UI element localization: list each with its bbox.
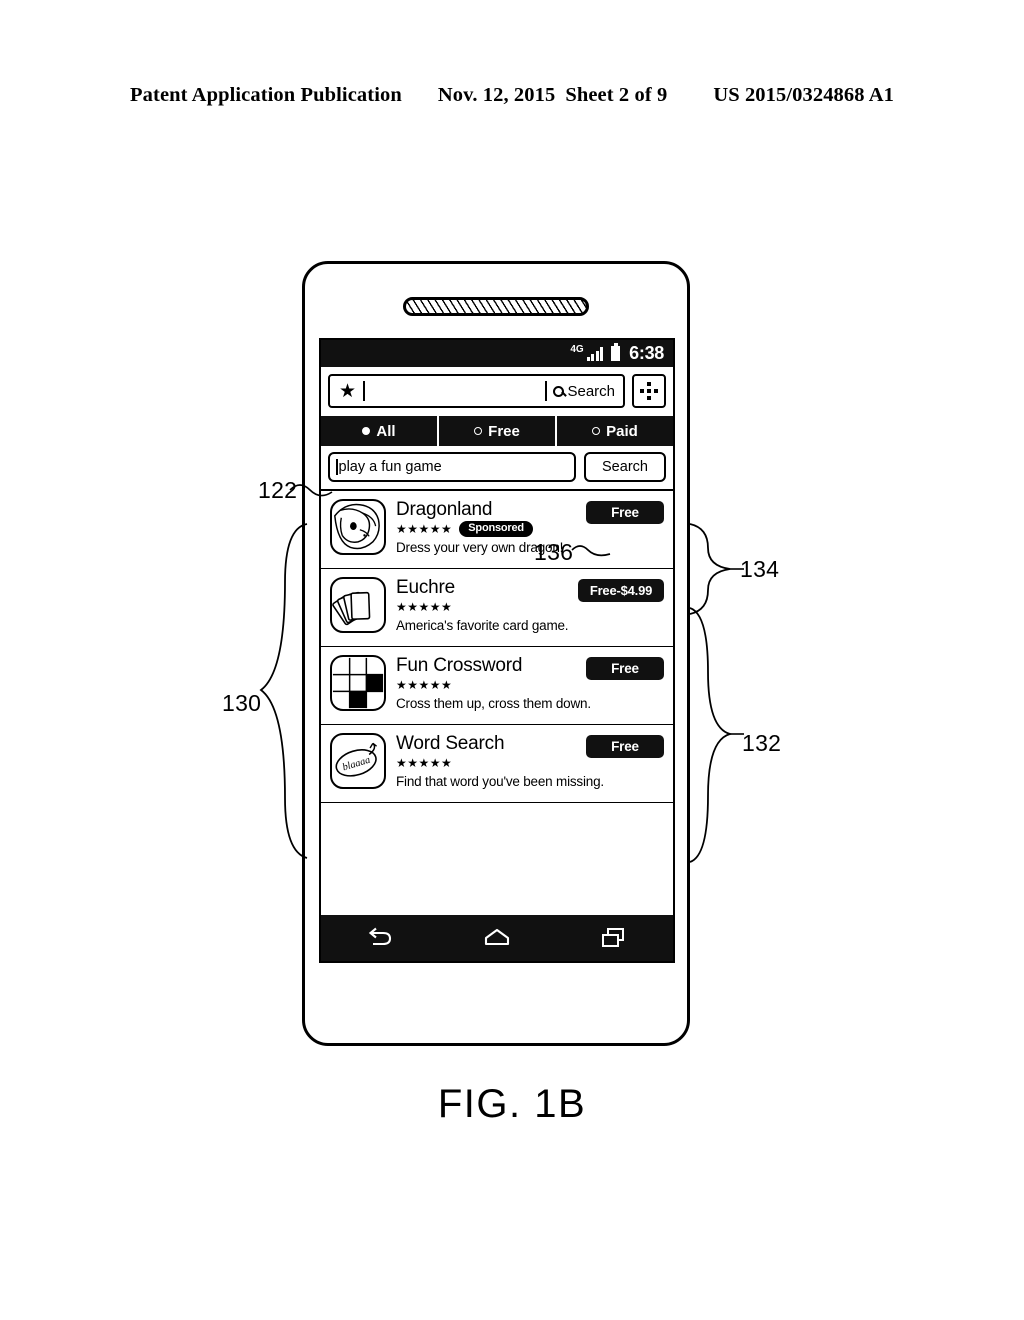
star-rating: ★★★★★ (396, 678, 453, 693)
search-input-value: play a fun game (338, 459, 442, 475)
star-rating: ★★★★★ (396, 522, 453, 537)
brace-134 (686, 522, 748, 616)
playing-cards-icon (330, 577, 386, 633)
tab-free-label: Free (488, 422, 520, 440)
app-description: Find that word you've been missing. (396, 773, 604, 789)
search-button[interactable]: Search (584, 452, 666, 482)
tab-free[interactable]: Free (439, 416, 557, 446)
reference-numeral-130: 130 (222, 690, 262, 716)
tab-all[interactable]: All (321, 416, 439, 446)
price-button[interactable]: Free (586, 735, 664, 758)
word-bubble-icon: blaaaa (330, 733, 386, 789)
omnibox-search-button[interactable]: Search (545, 381, 623, 401)
app-description: Dress your very own dragon! (396, 539, 564, 555)
results-empty-space (321, 803, 673, 915)
radio-off-icon (474, 427, 483, 435)
patent-page-header: Patent Application Publication Nov. 12, … (0, 84, 1024, 107)
back-arrow-icon[interactable] (365, 926, 395, 950)
patent-number: US 2015/0324868 A1 (713, 84, 894, 106)
reference-numeral-136: 136 (534, 539, 574, 565)
radio-off-icon (592, 427, 601, 435)
text-caret (336, 459, 338, 475)
tab-all-label: All (376, 422, 396, 440)
status-bar-clock: 6:38 (629, 343, 664, 363)
network-type-label: 4G (570, 343, 584, 355)
tab-paid-label: Paid (606, 422, 638, 440)
radio-on-icon (362, 427, 371, 435)
search-button-label: Search (602, 459, 648, 475)
star-rating: ★★★★★ (396, 756, 453, 771)
omnibox-search-label: Search (567, 382, 615, 400)
reference-numeral-122: 122 (258, 477, 298, 503)
reference-numeral-134: 134 (740, 556, 780, 582)
tab-paid[interactable]: Paid (557, 416, 673, 446)
filter-tabs: All Free Paid (321, 416, 673, 446)
phone-device: 4G 6:38 ★ Search All Free Paid play a fu… (302, 261, 690, 1046)
dots-menu-icon[interactable] (632, 374, 666, 408)
table-row[interactable]: blaaaa Word Search ★★★★★ Find that word … (321, 725, 673, 803)
result-meta: ★★★★★ (396, 756, 665, 771)
publication-label: Patent Application Publication (130, 84, 402, 106)
magnifier-icon (553, 385, 565, 397)
table-row[interactable]: Dragonland ★★★★★ Sponsored Dress your ve… (321, 491, 673, 569)
app-description: Cross them up, cross them down. (396, 695, 591, 711)
sheet-number: Sheet 2 of 9 (565, 84, 668, 106)
price-button[interactable]: Free (586, 501, 664, 524)
reference-numeral-132: 132 (742, 730, 782, 756)
table-row[interactable]: Fun Crossword ★★★★★ Cross them up, cross… (321, 647, 673, 725)
omnibox[interactable]: ★ Search (328, 374, 625, 408)
status-badge: Sponsored (459, 521, 533, 538)
earpiece-speaker-icon (403, 297, 589, 316)
price-button[interactable]: Free (586, 657, 664, 680)
signal-bars-icon (586, 347, 604, 361)
figure-label: FIG. 1B (437, 1082, 587, 1126)
recents-icon[interactable] (599, 926, 629, 950)
phone-screen: 4G 6:38 ★ Search All Free Paid play a fu… (319, 338, 675, 963)
star-rating: ★★★★★ (396, 600, 453, 615)
omnibox-input[interactable] (365, 376, 545, 406)
browser-toolbar: ★ Search (321, 367, 673, 416)
result-meta: ★★★★★ (396, 600, 665, 615)
dragon-head-icon (330, 499, 386, 555)
table-row[interactable]: Euchre ★★★★★ America's favorite card gam… (321, 569, 673, 647)
publication-date: Nov. 12, 2015 (437, 84, 556, 106)
home-icon[interactable] (482, 926, 512, 950)
battery-icon (611, 343, 621, 361)
search-query-row: play a fun game Search (321, 446, 673, 489)
result-meta: ★★★★★ Sponsored (396, 521, 665, 538)
result-meta: ★★★★★ (396, 678, 665, 693)
crossword-grid-icon (330, 655, 386, 711)
star-icon[interactable]: ★ (330, 382, 363, 401)
brace-132 (686, 606, 748, 864)
price-button[interactable]: Free-$4.99 (578, 579, 664, 602)
android-nav-bar (321, 915, 673, 961)
app-description: America's favorite card game. (396, 617, 569, 633)
search-input[interactable]: play a fun game (328, 452, 576, 482)
search-results-list: Dragonland ★★★★★ Sponsored Dress your ve… (321, 489, 673, 915)
status-bar: 4G 6:38 (321, 340, 673, 367)
